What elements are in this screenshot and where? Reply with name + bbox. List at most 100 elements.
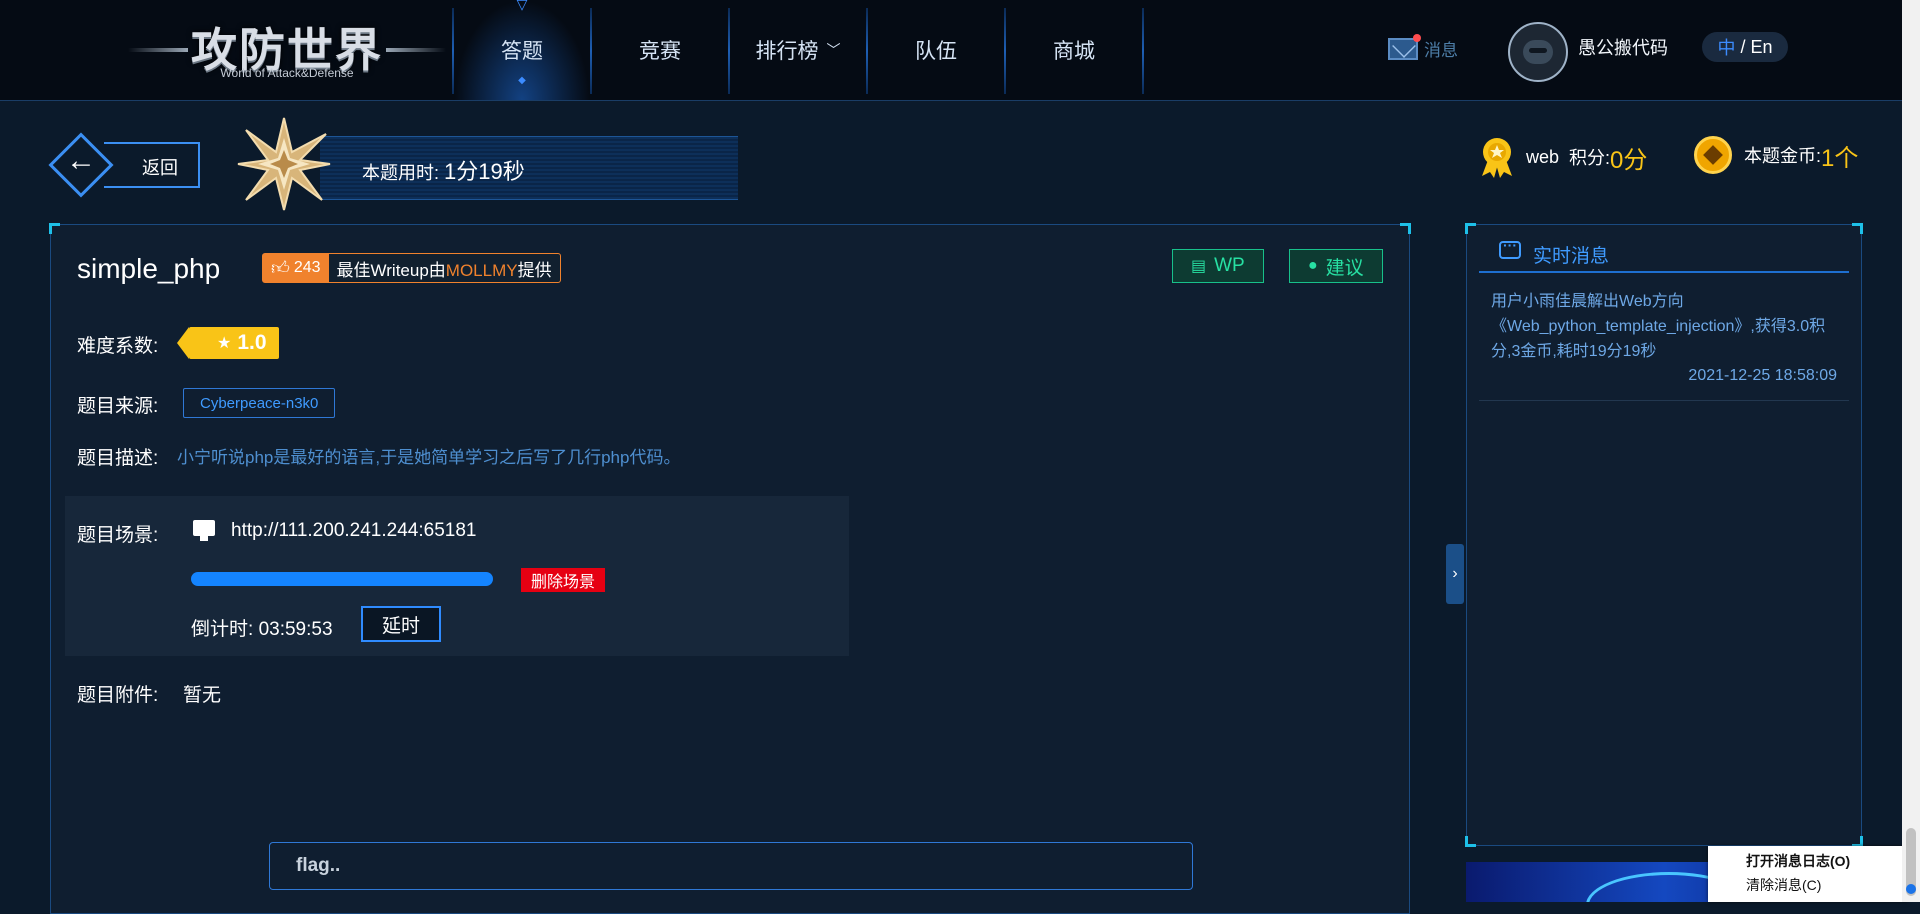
corner-decoration: [1400, 223, 1411, 234]
elapsed-time: 本题用时: 1分19秒: [362, 154, 525, 186]
nav-item-shop[interactable]: 商城: [1006, 0, 1142, 100]
realtime-header: 实时消息: [1479, 235, 1849, 273]
messages-link[interactable]: 消息: [1388, 33, 1458, 61]
countdown: 倒计时: 03:59:53: [191, 614, 333, 641]
context-menu: 打开消息日志(O) 清除消息(C): [1708, 846, 1908, 902]
nav-item-label: 排行榜: [755, 40, 819, 63]
countdown-value: 03:59:53: [258, 619, 333, 640]
realtime-title: 实时消息: [1533, 246, 1610, 267]
coin-value: 1个: [1821, 144, 1859, 172]
scene-url-link[interactable]: http://111.200.241.244:65181: [231, 520, 476, 542]
score-display: web 积分: 0分: [1478, 136, 1647, 178]
logo-wing-right: [386, 48, 446, 52]
elapsed-time-bar: 本题用时: 1分19秒: [320, 136, 738, 200]
nav-item-answer[interactable]: ▽ 答题 ◆: [454, 0, 590, 100]
user-menu[interactable]: 愚公搬代码: [1508, 22, 1668, 82]
medal-icon: [1482, 138, 1512, 178]
arrow-left-icon: ←: [66, 144, 96, 177]
nav-item-label: 队伍: [915, 40, 957, 63]
divider: [1479, 400, 1849, 401]
score-label: 积分:: [1569, 148, 1611, 168]
lightbulb-icon: ●: [1308, 257, 1318, 274]
page-scrollbar[interactable]: [1902, 0, 1920, 902]
score-category: web: [1526, 146, 1560, 167]
chevron-down-icon: ﹀: [826, 42, 841, 58]
logo-wing-left: [128, 48, 188, 52]
attachment-value: 暂无: [183, 685, 222, 706]
chat-bubble-icon: [1499, 237, 1521, 259]
delete-scene-button[interactable]: 删除场景: [521, 568, 606, 592]
delay-button[interactable]: 延时: [361, 606, 441, 642]
envelope-icon: [1388, 33, 1421, 60]
attachment-label: 题目附件:: [77, 685, 159, 706]
best-writeup-badge[interactable]: 👍︎ 243 最佳Writeup由MOLLMY提供: [262, 253, 561, 283]
wp-button[interactable]: ▤ WP: [1172, 249, 1264, 283]
suggest-button[interactable]: ● 建议: [1289, 249, 1383, 283]
chevron-right-icon: ›: [1452, 565, 1458, 582]
corner-decoration: [1465, 836, 1476, 847]
nav-item-competition[interactable]: 竞赛: [592, 0, 728, 100]
scene-box: 题目场景: http://111.200.241.244:65181 删除场景 …: [65, 496, 849, 656]
nav-item-team[interactable]: 队伍: [868, 0, 1004, 100]
side-panel-toggle[interactable]: ›: [1446, 544, 1464, 604]
elapsed-time-label: 本题用时:: [362, 163, 445, 183]
realtime-panel: 实时消息 用户小雨佳晨解出Web方向《Web_python_template_i…: [1465, 223, 1863, 847]
difficulty-tag: ★ 1.0: [177, 327, 279, 359]
back-button[interactable]: ← 返回: [48, 132, 202, 198]
writeup-author[interactable]: MOLLMY: [446, 261, 518, 280]
description-text: 小宁听说php是最好的语言,于是她简单学习之后写了几行php代码。: [177, 448, 681, 467]
coin-label: 本题金币:: [1744, 146, 1822, 166]
elapsed-time-value: 1分19秒: [444, 159, 525, 184]
corner-decoration: [49, 223, 60, 234]
nav-item-label: 商城: [1053, 40, 1095, 63]
language-switch[interactable]: 中 / En: [1702, 32, 1788, 62]
lang-en[interactable]: En: [1750, 37, 1772, 58]
nav-active-diamond-icon: ◆: [518, 75, 526, 86]
menu-item-clear-messages[interactable]: 清除消息(C): [1746, 875, 1821, 895]
site-logo[interactable]: 攻防世界 World of Attack&Defense: [128, 14, 446, 84]
corner-decoration: [1852, 223, 1863, 234]
nav-item-label: 答题: [501, 40, 543, 63]
rank-star-icon: [236, 116, 332, 212]
realtime-message-time: 2021-12-25 18:58:09: [1688, 367, 1837, 384]
source-label: 题目来源:: [77, 396, 159, 417]
scene-progress-fill: [191, 572, 493, 586]
difficulty-label: 难度系数:: [77, 336, 159, 357]
coin-display: 本题金币: 1个: [1694, 136, 1858, 174]
star-icon: ★: [217, 335, 232, 352]
source-tag[interactable]: Cyberpeace-n3k0: [183, 388, 336, 418]
nav-divider: [1142, 8, 1144, 94]
main-nav: ▽ 答题 ◆ 竞赛 排行榜 ﹀ 队伍 商城: [452, 0, 1144, 100]
writeup-suffix: 提供: [517, 260, 552, 280]
writeup-credit: 最佳Writeup由MOLLMY提供: [329, 256, 560, 281]
scene-label: 题目场景:: [77, 525, 159, 546]
wp-label: WP: [1214, 255, 1245, 276]
description-label: 题目描述:: [77, 448, 159, 469]
writeup-prefix: 最佳Writeup由: [336, 260, 446, 280]
like-count: 243: [293, 259, 321, 276]
nav-item-label: 竞赛: [639, 40, 681, 63]
score-value: 0分: [1610, 146, 1648, 174]
like-count-badge[interactable]: 👍︎ 243: [263, 254, 329, 282]
coin-icon: [1694, 136, 1732, 174]
flag-input[interactable]: [269, 842, 1193, 890]
avatar: [1508, 22, 1568, 82]
nav-active-marker-icon: ▽: [516, 0, 528, 12]
lang-zh[interactable]: 中: [1717, 34, 1735, 60]
document-icon: ▤: [1191, 258, 1207, 275]
monitor-icon: [193, 520, 215, 541]
logo-subtitle: World of Attack&Defense: [220, 66, 354, 80]
messages-label: 消息: [1424, 41, 1458, 60]
difficulty-value: 1.0: [237, 331, 267, 354]
suggest-label: 建议: [1325, 257, 1364, 279]
scene-progress-bar: [191, 572, 493, 586]
back-label: 返回: [142, 158, 178, 178]
corner-decoration: [1465, 223, 1476, 234]
realtime-message: 用户小雨佳晨解出Web方向《Web_python_template_inject…: [1491, 293, 1826, 360]
user-name: 愚公搬代码: [1578, 38, 1668, 58]
task-panel: simple_php 👍︎ 243 最佳Writeup由MOLLMY提供 ▤ W…: [49, 223, 1411, 914]
menu-item-open-log[interactable]: 打开消息日志(O): [1746, 851, 1850, 871]
countdown-label: 倒计时:: [191, 619, 259, 640]
nav-item-ranking[interactable]: 排行榜 ﹀: [730, 0, 866, 100]
lang-separator: /: [1735, 36, 1751, 57]
